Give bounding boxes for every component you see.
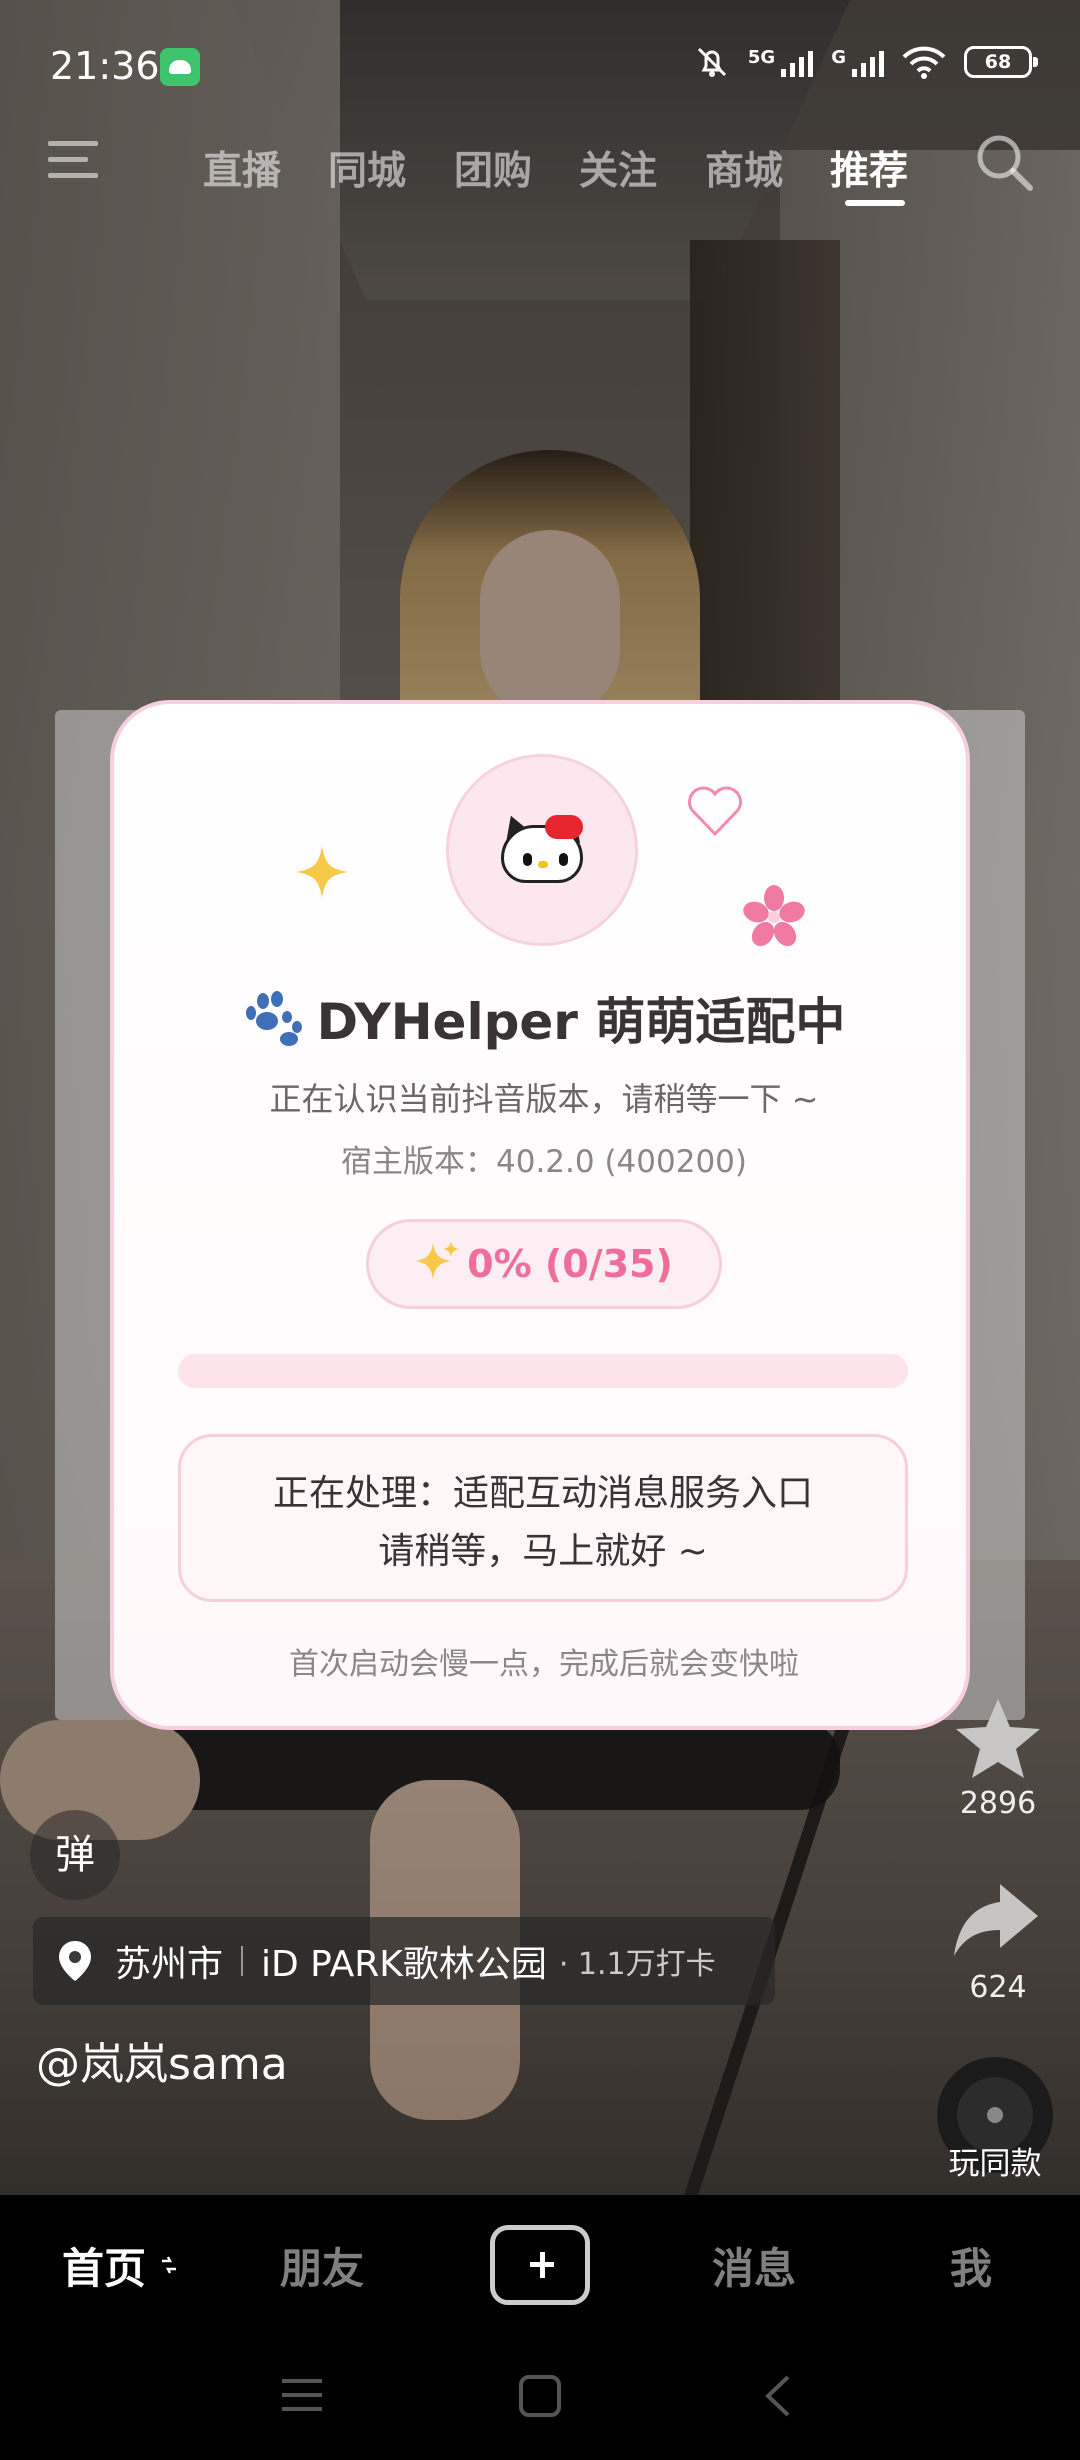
nav-home[interactable]: 首页 bbox=[62, 2235, 146, 2296]
share-icon[interactable] bbox=[950, 1880, 1040, 1960]
processing-status-box: 正在处理：适配互动消息服务入口 请稍等，马上就好 ~ bbox=[178, 1434, 908, 1602]
favorite-count: 2896 bbox=[959, 1786, 1037, 1821]
progress-badge: 0% (0/35) bbox=[366, 1219, 722, 1309]
paw-icon bbox=[245, 991, 302, 1046]
tab-group-buy[interactable]: 团购 bbox=[454, 140, 532, 196]
dialog-title: DYHelper 萌萌适配中 bbox=[114, 982, 974, 1054]
recents-menu-icon[interactable] bbox=[280, 2375, 324, 2415]
android-notification-icon bbox=[160, 48, 200, 86]
home-square-icon[interactable] bbox=[517, 2373, 563, 2419]
adaptation-dialog: DYHelper 萌萌适配中 正在认识当前抖音版本，请稍等一下 ~ 宿主版本：4… bbox=[110, 700, 970, 1730]
cherry-blossom-icon bbox=[743, 885, 805, 947]
bottom-nav: 首页 朋友 消息 我 bbox=[0, 2195, 1080, 2335]
wifi-icon bbox=[902, 46, 946, 79]
dialog-subtitle: 正在认识当前抖音版本，请稍等一下 ~ bbox=[269, 1080, 819, 1118]
signal-5g-icon: 5G bbox=[748, 47, 814, 77]
signal-g-icon: G bbox=[831, 47, 884, 77]
back-arrow-icon[interactable] bbox=[760, 2373, 796, 2419]
location-separator bbox=[241, 1946, 244, 1976]
sparkle-icon bbox=[296, 846, 348, 898]
progress-bar bbox=[178, 1354, 908, 1388]
kitty-bow bbox=[545, 815, 583, 839]
host-version: 宿主版本：40.2.0 (400200) bbox=[341, 1144, 747, 1180]
location-city: 苏州市 bbox=[115, 1944, 224, 1985]
status-line-2: 请稍等，马上就好 ~ bbox=[378, 1531, 708, 1572]
hello-kitty-avatar bbox=[446, 754, 638, 946]
heart-outline-icon bbox=[687, 786, 743, 837]
battery-icon: 68 bbox=[964, 46, 1038, 78]
refresh-arrows-icon[interactable] bbox=[158, 2253, 180, 2277]
dialog-title-text: DYHelper 萌萌适配中 bbox=[316, 993, 846, 1051]
location-place: iD PARK歌林公园 bbox=[261, 1944, 547, 1985]
same-style-label[interactable]: 玩同款 bbox=[935, 2138, 1055, 2183]
tab-local[interactable]: 同城 bbox=[328, 140, 406, 196]
dialog-footer-note: 首次启动会慢一点，完成后就会变快啦 bbox=[289, 1647, 799, 1682]
location-pin-icon bbox=[59, 1941, 91, 1981]
progress-text: 0% (0/35) bbox=[467, 1242, 673, 1286]
status-icons: 5G G 68 bbox=[694, 44, 1038, 80]
danmaku-toggle-button[interactable]: 弹 bbox=[30, 1810, 120, 1900]
location-checkins: · 1.1万打卡 bbox=[558, 1947, 716, 1982]
kitty-eye-right bbox=[559, 853, 568, 866]
tab-mall[interactable]: 商城 bbox=[705, 140, 783, 196]
share-count: 624 bbox=[969, 1970, 1027, 2005]
sparkles-icon bbox=[415, 1241, 460, 1279]
menu-icon[interactable] bbox=[48, 135, 104, 185]
nav-friends[interactable]: 朋友 bbox=[280, 2235, 364, 2296]
kitty-nose bbox=[538, 861, 548, 868]
tab-live[interactable]: 直播 bbox=[203, 140, 281, 196]
system-nav-bar bbox=[0, 2335, 1080, 2460]
mute-bell-icon bbox=[697, 47, 726, 77]
status-bar: 21:36 5G G 68 bbox=[0, 0, 1080, 130]
status-line-1: 正在处理：适配互动消息服务入口 bbox=[272, 1473, 813, 1514]
tab-following[interactable]: 关注 bbox=[579, 140, 657, 196]
author-name[interactable]: @岚岚sama bbox=[36, 2028, 288, 2092]
create-post-button[interactable] bbox=[490, 2225, 590, 2305]
kitty-eye-left bbox=[523, 853, 532, 866]
tab-recommended[interactable]: 推荐 bbox=[830, 140, 908, 196]
nav-me[interactable]: 我 bbox=[950, 2235, 992, 2296]
nav-messages[interactable]: 消息 bbox=[712, 2235, 796, 2296]
location-tag[interactable]: 苏州市 iD PARK歌林公园 · 1.1万打卡 bbox=[33, 1917, 775, 2005]
status-time: 21:36 bbox=[50, 44, 160, 88]
search-icon[interactable] bbox=[972, 130, 1036, 194]
active-tab-indicator bbox=[845, 200, 905, 206]
